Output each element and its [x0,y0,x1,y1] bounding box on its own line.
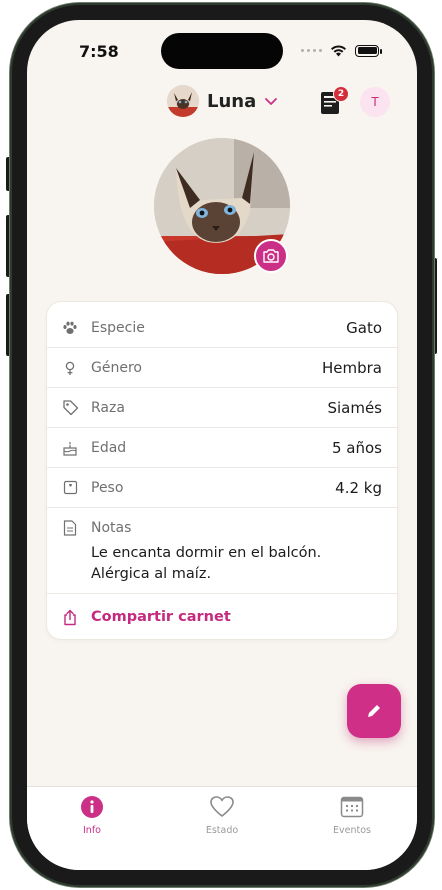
document-icon [61,519,79,537]
chevron-down-icon [265,98,278,105]
notes-header: Notas [61,519,382,537]
pet-name: Luna [207,90,257,112]
tab-eventos[interactable]: Eventos [287,787,417,870]
info-icon [78,793,106,821]
user-avatar[interactable]: T [360,87,390,117]
age-value: 5 años [331,438,382,457]
pet-switcher[interactable]: Luna [167,85,278,117]
tab-eventos-label: Eventos [333,825,371,836]
edit-fab[interactable] [347,684,401,738]
tab-estado[interactable]: Estado [157,787,287,870]
paw-icon [61,319,79,337]
weight-value: 4.2 kg [335,478,382,497]
dynamic-island [161,33,283,69]
tab-info[interactable]: Info [27,787,157,870]
species-value: Gato [346,318,382,337]
notes-line-1: Le encanta dormir en el balcón. [91,545,322,561]
pet-info-card: Especie Gato Género Hembra Raza Siamés E… [47,302,397,639]
gender-value: Hembra [322,358,382,377]
documents-badge: 2 [333,86,349,102]
info-row-gender: Género Hembra [47,348,397,388]
calendar-icon [338,793,366,821]
share-label: Compartir carnet [91,609,231,625]
pet-mini-avatar [167,85,199,117]
cellular-signal-icon [301,49,322,52]
wifi-icon [331,45,346,57]
pencil-icon [368,705,380,717]
bottom-tab-bar: Info Estado Eventos [27,786,417,870]
share-icon [61,608,79,626]
species-label: Especie [91,319,145,336]
battery-icon [355,44,382,57]
tab-estado-label: Estado [205,825,239,836]
notes-label: Notas [91,520,132,536]
gender-label: Género [91,359,142,376]
info-row-weight: Peso 4.2 kg [47,468,397,508]
notes-line-2: Alérgica al maíz. [91,566,212,582]
status-icons [301,44,382,57]
status-time: 7:58 [79,42,119,61]
breed-value: Siamés [327,398,382,417]
heart-icon [208,793,236,821]
female-icon [61,359,79,377]
share-card-button[interactable]: Compartir carnet [47,598,397,636]
notes-section: Notas Le encanta dormir en el balcón. Al… [47,510,397,594]
age-label: Edad [91,439,127,456]
cake-icon [61,439,79,457]
tab-info-label: Info [83,825,101,836]
weight-label: Peso [91,479,124,496]
notes-text: Le encanta dormir en el balcón. Alérgica… [91,543,382,585]
camera-icon [263,249,279,263]
info-row-age: Edad 5 años [47,428,397,468]
app-screen: 7:58 Luna 2 T Especie Gato Género Hembra… [27,20,417,870]
breed-label: Raza [91,399,125,416]
info-row-breed: Raza Siamés [47,388,397,428]
info-row-species: Especie Gato [47,308,397,348]
tag-icon [61,399,79,417]
change-photo-button[interactable] [254,239,288,273]
scale-icon [61,479,79,497]
